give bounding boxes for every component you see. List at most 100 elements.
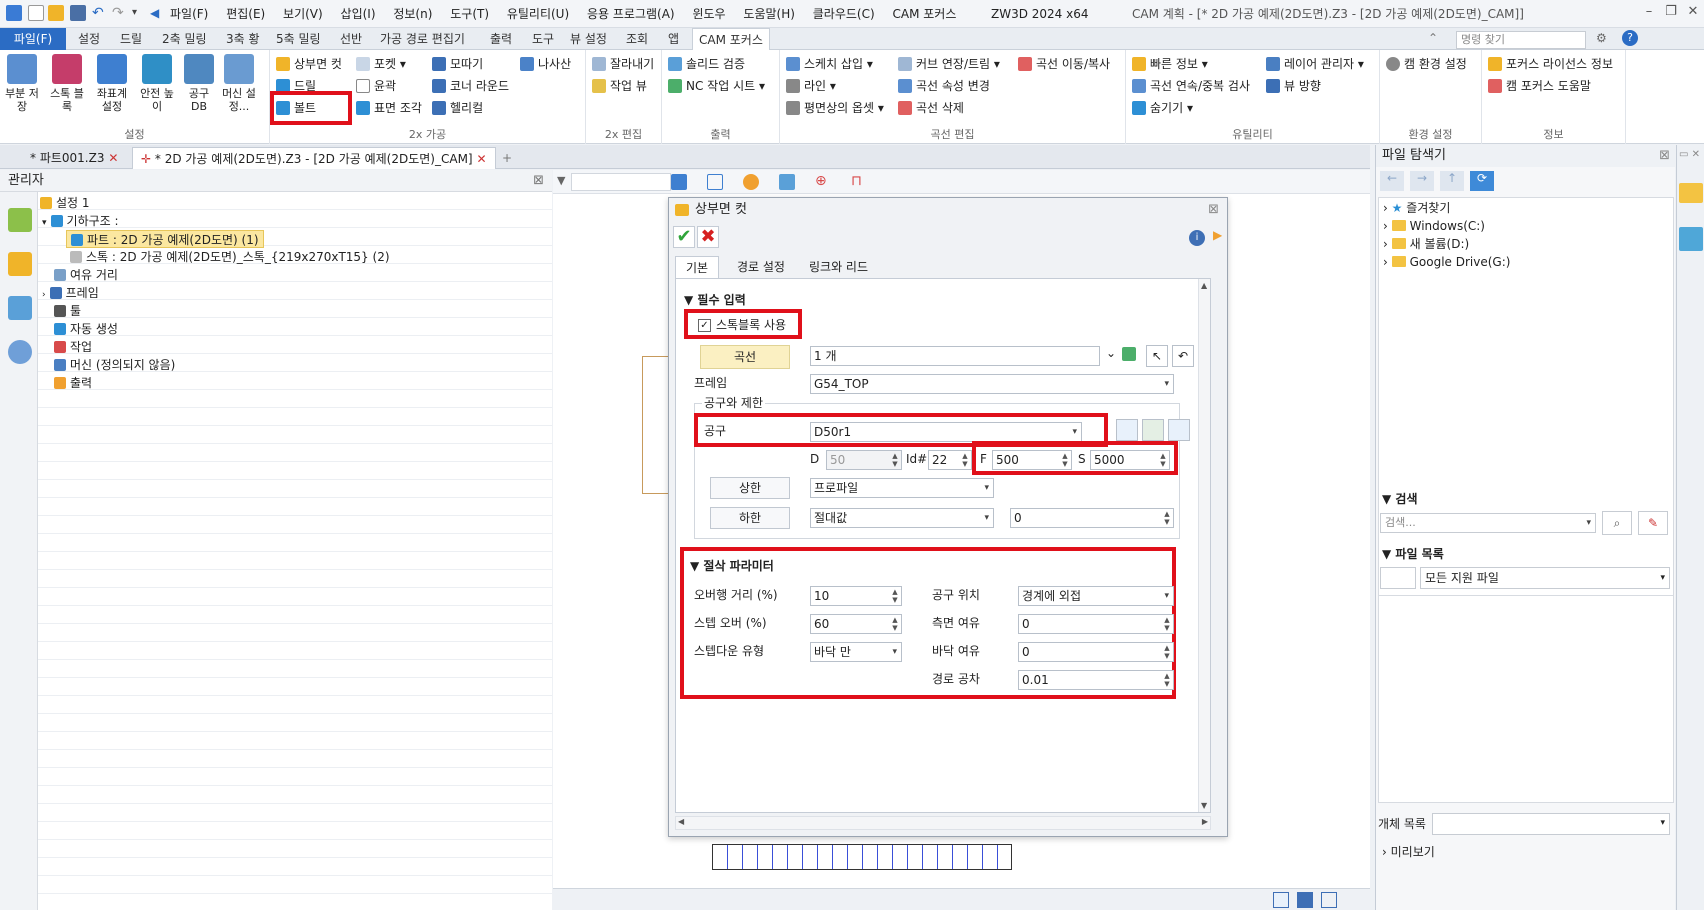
tree-geometry[interactable]: ▾ 기하구조 : xyxy=(42,212,119,230)
close-manager-icon[interactable]: ⊠ xyxy=(533,170,544,192)
planar-offset-button[interactable]: 평면상의 옵셋 ▾ xyxy=(784,98,884,118)
display-filter-icon[interactable] xyxy=(743,174,759,190)
tab-2axis[interactable]: 2축 밀링 xyxy=(156,28,213,50)
work-view-button[interactable]: 작업 뷰 xyxy=(590,76,647,96)
folder-new-volume-d[interactable]: › 새 볼륨(D:) xyxy=(1383,236,1469,253)
layer-manager-button[interactable]: 레이어 관리자 ▾ xyxy=(1264,54,1364,74)
tab-output[interactable]: 출력 xyxy=(484,28,518,50)
user-icon[interactable] xyxy=(8,340,32,364)
menu-info[interactable]: 정보(n) xyxy=(393,0,432,28)
curve-reverse-icon[interactable]: ↶ xyxy=(1172,345,1194,367)
tree-auto-generate[interactable]: 자동 생성 xyxy=(54,320,118,338)
lower-limit-button[interactable]: 하한 xyxy=(710,507,790,529)
tab-setup[interactable]: 설정 xyxy=(72,28,106,50)
side-allowance-field[interactable]: 0 ▲ ▼ xyxy=(1018,614,1174,634)
safe-height-button[interactable]: 안전 높이 xyxy=(138,54,176,113)
section-required[interactable]: ▼ 필수 입력 xyxy=(684,291,746,308)
curve-move-copy-button[interactable]: 곡선 이동/복사 xyxy=(1016,54,1110,74)
file-list[interactable] xyxy=(1378,595,1674,803)
view-cube-icon[interactable] xyxy=(707,174,723,190)
tree-tool[interactable]: 툴 xyxy=(54,302,81,320)
tab-lathe[interactable]: 선반 xyxy=(334,28,368,50)
expand-dialog-icon[interactable]: ▶ xyxy=(1213,228,1222,242)
thread-button[interactable]: 나사산 xyxy=(518,54,571,74)
section-cut-parameters[interactable]: ▼ 절삭 파라미터 xyxy=(690,557,774,574)
tab-apps[interactable]: 앱 xyxy=(662,28,685,50)
lower-limit-select[interactable]: 절대값 ▾ xyxy=(810,508,994,528)
tool-db-button[interactable]: 공구 DB xyxy=(180,54,218,113)
file-browser-dock-icon[interactable] xyxy=(1679,183,1703,203)
section-view-icon[interactable]: ⊓ xyxy=(851,173,862,189)
tool-edit-icon[interactable] xyxy=(1142,419,1164,441)
object-list-select[interactable]: ▾ xyxy=(1432,813,1670,835)
dialog-close-icon[interactable]: ⊠ xyxy=(1208,198,1219,222)
menu-file[interactable]: 파일(F) xyxy=(170,0,208,28)
shade-mode-icon[interactable] xyxy=(671,174,687,190)
focus-license-info-button[interactable]: 포커스 라이선스 정보 xyxy=(1486,54,1613,74)
tab-basic[interactable]: 기본 xyxy=(675,256,720,278)
id-field[interactable]: 22 ▲ ▼ xyxy=(928,450,972,470)
machine-setup-button[interactable]: 머신 설정... xyxy=(220,54,258,113)
preview-section-header[interactable]: › 미리보기 xyxy=(1376,841,1676,863)
helical-button[interactable]: 헬리컬 xyxy=(430,98,483,118)
path-tolerance-field[interactable]: 0.01 ▲ ▼ xyxy=(1018,670,1174,690)
new-file-icon[interactable] xyxy=(28,5,44,21)
tab-cam-focus[interactable]: CAM 포커스 xyxy=(692,28,770,50)
cancel-button[interactable]: ✖ xyxy=(697,226,719,248)
filter-icon[interactable]: ▼ xyxy=(557,174,565,187)
status-icon-2[interactable] xyxy=(1297,892,1313,908)
curve-expand-icon[interactable]: ⌄ xyxy=(1106,346,1116,360)
face-cut-button[interactable]: 상부면 컷 xyxy=(274,54,342,74)
tree-frame[interactable]: › 프레임 xyxy=(42,284,99,302)
view-direction-button[interactable]: 뷰 방향 xyxy=(1264,76,1321,96)
folder-google-drive-g[interactable]: › Google Drive(G:) xyxy=(1383,254,1510,271)
menu-view[interactable]: 보기(V) xyxy=(283,0,323,28)
line-button[interactable]: 라인 ▾ xyxy=(784,76,836,96)
tab-drill[interactable]: 드릴 xyxy=(114,28,148,50)
curve-pick-icon[interactable]: ↖ xyxy=(1146,345,1168,367)
tree-output[interactable]: 출력 xyxy=(54,374,92,392)
help-icon[interactable]: ? xyxy=(1622,30,1638,46)
bottom-allowance-field[interactable]: 0 ▲ ▼ xyxy=(1018,642,1174,662)
search-button-icon[interactable]: ⌕ xyxy=(1602,511,1632,535)
stepdown-type-select[interactable]: 바닥 만 ▾ xyxy=(810,642,902,662)
tree-operations[interactable]: 작업 xyxy=(54,338,92,356)
corner-round-button[interactable]: 코너 라운드 xyxy=(430,76,509,96)
upper-limit-button[interactable]: 상한 xyxy=(710,477,790,499)
assembly-icon[interactable] xyxy=(8,252,32,276)
partial-save-button[interactable]: 부분 저장 xyxy=(3,54,41,113)
status-icon-1[interactable] xyxy=(1273,892,1289,908)
undo-icon[interactable]: ↶ xyxy=(92,5,108,21)
stepover-field[interactable]: 60 ▲ ▼ xyxy=(810,614,902,634)
menu-window[interactable]: 윈도우 xyxy=(692,0,725,28)
dialog-scrollbar[interactable]: ▲ ▼ xyxy=(1198,279,1210,812)
tab-view-settings[interactable]: 뷰 설정 xyxy=(564,28,613,50)
customize-quick-access-icon[interactable]: ▾ xyxy=(132,5,148,21)
folder-windows-c[interactable]: › Windows(C:) xyxy=(1383,218,1485,235)
close-file-browser-icon[interactable]: ⊠ xyxy=(1659,145,1670,167)
tool-position-select[interactable]: 경계에 외접 ▾ xyxy=(1018,586,1174,606)
menu-cam-focus[interactable]: CAM 포커스 xyxy=(892,0,956,28)
chamfer-button[interactable]: 모따기 xyxy=(430,54,483,74)
dialog-hscrollbar[interactable]: ◀ ▶ xyxy=(675,816,1211,830)
hide-button[interactable]: 숨기기 ▾ xyxy=(1130,98,1193,118)
tab-inquire[interactable]: 조회 xyxy=(620,28,654,50)
clear-search-icon[interactable]: ✎ xyxy=(1638,511,1668,535)
snap-icon[interactable]: ⊕ xyxy=(815,173,827,189)
filter-select[interactable] xyxy=(571,173,671,191)
save-icon[interactable] xyxy=(70,5,86,21)
tab-tools[interactable]: 도구 xyxy=(526,28,560,50)
stock-block-button[interactable]: 스톡 블록 xyxy=(48,54,86,113)
curve-count-field[interactable]: 1 개 xyxy=(810,346,1100,366)
quick-info-button[interactable]: 빠른 정보 ▾ xyxy=(1130,54,1208,74)
redo-icon[interactable]: ↷ xyxy=(112,5,128,21)
new-tab-icon[interactable]: + xyxy=(494,147,520,169)
menu-cloud[interactable]: 클라우드(C) xyxy=(813,0,875,28)
tab-3axis[interactable]: 3축 황 xyxy=(220,28,266,50)
curve-delete-button[interactable]: 곡선 삭제 xyxy=(896,98,964,118)
tab-link-lead[interactable]: 링크와 리드 xyxy=(799,256,878,278)
menu-insert[interactable]: 삽입(I) xyxy=(341,0,376,28)
file-search-input[interactable]: 검색... ▾ xyxy=(1380,513,1596,533)
tree-stock[interactable]: 스톡 : 2D 가공 예제(2D도면)_스톡_{219x270xT15} (2) xyxy=(70,248,390,266)
menu-tools[interactable]: 도구(T) xyxy=(450,0,489,28)
